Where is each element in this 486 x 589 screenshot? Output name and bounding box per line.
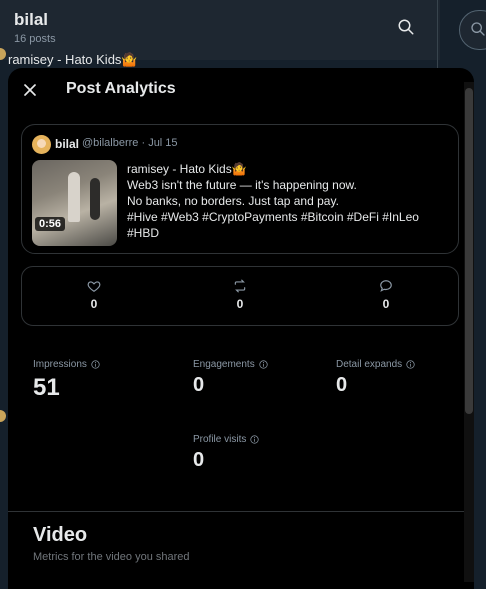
profile-header: bilal 16 posts — [0, 0, 440, 60]
post-preview-text: ramisey - Hato Kids🤷 — [8, 52, 138, 67]
detail-expands-value: 0 — [336, 374, 348, 396]
post-count: 16 posts — [14, 33, 56, 45]
info-icon[interactable] — [91, 360, 100, 369]
heart-icon — [87, 281, 101, 292]
section-divider — [8, 511, 464, 512]
video-section-title: Video — [33, 524, 88, 546]
close-button[interactable] — [20, 80, 40, 100]
post-card[interactable]: bilal @bilalberre · Jul 15 0:56 ramisey … — [21, 124, 459, 254]
post-text-line: Web3 isn't the future — it's happening n… — [127, 178, 357, 192]
profile-name: bilal — [14, 10, 49, 29]
profile-visits-value: 0 — [193, 449, 205, 471]
avatar — [0, 410, 6, 422]
detail-expands-label: Detail expands — [336, 359, 403, 370]
video-duration: 0:56 — [35, 217, 66, 231]
info-icon[interactable] — [250, 435, 259, 444]
modal-title: Post Analytics — [66, 80, 176, 97]
video-section-subtitle: Metrics for the video you shared — [33, 551, 190, 563]
search-icon — [471, 22, 485, 36]
scrollbar[interactable] — [464, 82, 474, 582]
post-text-line: #Hive #Web3 #CryptoPayments #Bitcoin #De… — [127, 210, 419, 224]
info-icon[interactable] — [259, 360, 268, 369]
engagement-stats: 0 0 0 — [21, 266, 459, 326]
replies-count: 0 — [382, 297, 390, 311]
likes-count: 0 — [90, 297, 98, 311]
video-thumbnail[interactable] — [32, 160, 117, 246]
impressions-value: 51 — [33, 374, 60, 401]
reposts-count: 0 — [236, 297, 244, 311]
impressions-label: Impressions — [33, 359, 87, 370]
search-icon[interactable] — [397, 18, 417, 38]
post-analytics-modal: Post Analytics bilal @bilalberre · Jul 1… — [8, 68, 474, 589]
reply-icon — [380, 280, 392, 292]
detail-expands-metric: Detail expands 0 — [336, 359, 415, 397]
scrollbar-thumb[interactable] — [465, 88, 473, 414]
reposts-stat: 0 — [220, 279, 260, 311]
engagements-value: 0 — [193, 374, 205, 396]
avatar[interactable] — [32, 135, 51, 154]
post-text-line: No banks, no borders. Just tap and pay. — [127, 194, 339, 208]
sidebar-search-input[interactable] — [459, 10, 486, 50]
profile-visits-label: Profile visits — [193, 434, 247, 445]
post-text: ramisey - Hato Kids🤷 Web3 isn't the futu… — [127, 161, 447, 241]
impressions-metric: Impressions 51 — [33, 359, 100, 402]
likes-stat: 0 — [74, 279, 114, 311]
post-text-line: #HBD — [127, 226, 160, 240]
author-handle-date: @bilalberre · Jul 15 — [82, 137, 178, 149]
author-name[interactable]: bilal — [55, 137, 79, 151]
profile-visits-metric: Profile visits 0 — [193, 434, 259, 472]
engagements-metric: Engagements 0 — [193, 359, 268, 397]
info-icon[interactable] — [406, 360, 415, 369]
close-icon — [24, 84, 36, 96]
replies-stat: 0 — [366, 279, 406, 311]
engagements-label: Engagements — [193, 359, 255, 370]
post-text-line: ramisey - Hato Kids🤷 — [127, 162, 247, 176]
repost-icon — [234, 279, 246, 293]
